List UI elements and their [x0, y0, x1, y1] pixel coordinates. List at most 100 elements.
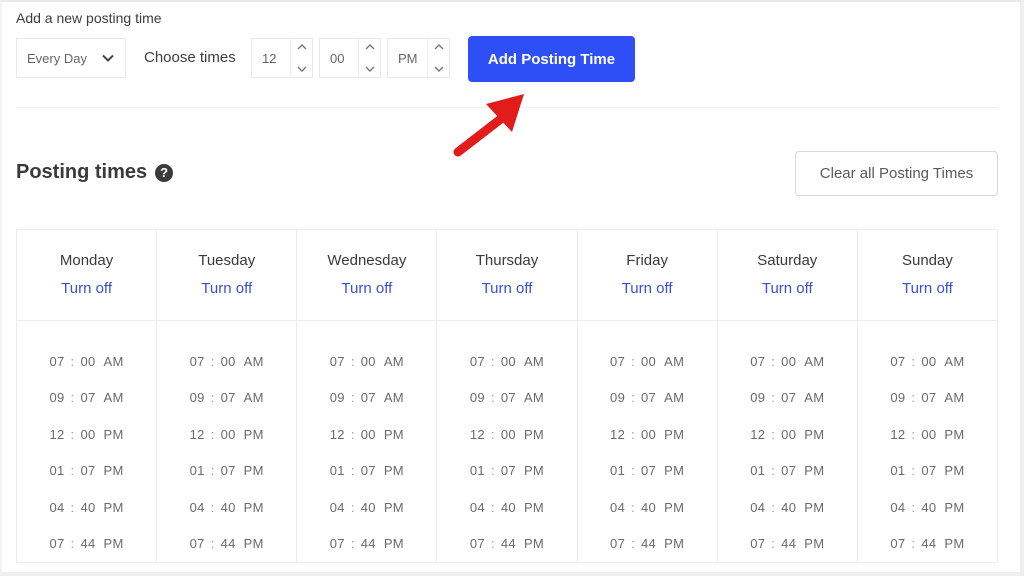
time-slot[interactable]: 07:44 PM [330, 526, 404, 563]
time-slot[interactable]: 01:07 PM [890, 453, 964, 490]
time-slot[interactable]: 07:00 AM [190, 343, 264, 380]
add-posting-time-button[interactable]: Add Posting Time [468, 36, 635, 82]
time-slot[interactable]: 07:00 AM [470, 343, 544, 380]
time-slot[interactable]: 01:07 PM [330, 453, 404, 490]
time-period: PM [243, 426, 264, 442]
time-minute: 07 [220, 463, 236, 479]
turn-off-link[interactable]: Turn off [61, 280, 112, 297]
time-slot[interactable]: 04:40 PM [610, 489, 684, 526]
time-slot[interactable]: 04:40 PM [190, 489, 264, 526]
time-minute: 07 [220, 390, 236, 406]
time-separator: : [631, 390, 636, 406]
time-slot[interactable]: 07:44 PM [890, 526, 964, 563]
time-period: PM [523, 536, 545, 552]
time-slot[interactable]: 12:00 PM [49, 416, 123, 453]
time-slot[interactable]: 07:44 PM [470, 526, 544, 563]
time-separator: : [210, 390, 215, 406]
day-column-thursday: Thursday Turn off 07:00 AM 09:07 AM 12:00 PM 01:… [437, 230, 578, 563]
time-minute: 00 [781, 426, 797, 442]
time-slot[interactable]: 12:00 PM [610, 416, 684, 453]
time-slot[interactable]: 07:00 AM [49, 343, 123, 380]
time-minute: 44 [641, 536, 657, 552]
time-hour: 09 [469, 390, 485, 406]
turn-off-link[interactable]: Turn off [902, 280, 953, 297]
time-slot[interactable]: 09:07 AM [470, 380, 544, 417]
time-slot[interactable]: 09:07 AM [330, 380, 404, 417]
time-slot[interactable]: 04:40 PM [470, 489, 544, 526]
time-slot[interactable]: 12:00 PM [470, 416, 544, 453]
time-hour: 01 [329, 463, 345, 479]
time-slot[interactable]: 01:07 PM [610, 453, 684, 490]
time-slot[interactable]: 12:00 PM [890, 416, 964, 453]
time-minute: 40 [220, 499, 236, 515]
time-minute: 07 [921, 390, 937, 406]
period-decrement-icon[interactable] [433, 63, 445, 75]
time-slot[interactable]: 07:00 AM [890, 343, 964, 380]
time-minute: 00 [220, 353, 236, 369]
turn-off-link[interactable]: Turn off [622, 280, 673, 297]
time-slot[interactable]: 07:44 PM [190, 526, 264, 563]
turn-off-link[interactable]: Turn off [762, 280, 813, 297]
hour-decrement-icon[interactable] [296, 63, 308, 75]
time-minute: 44 [781, 536, 797, 552]
time-slot[interactable]: 01:07 PM [190, 453, 264, 490]
time-minute: 40 [641, 499, 657, 515]
period-increment-icon[interactable] [433, 41, 445, 53]
time-separator: : [911, 499, 916, 515]
time-separator: : [911, 390, 916, 406]
time-slot[interactable]: 09:07 AM [890, 380, 964, 417]
red-arrow-pointer-icon [453, 94, 524, 157]
time-period: AM [383, 390, 404, 406]
time-slot[interactable]: 12:00 PM [190, 416, 264, 453]
help-icon[interactable]: ? [155, 163, 174, 182]
time-period: AM [664, 390, 685, 406]
time-slot[interactable]: 07:44 PM [49, 526, 123, 563]
time-hour: 01 [189, 463, 205, 479]
minute-stepper[interactable]: 00 [319, 38, 381, 78]
clear-all-posting-times-button[interactable]: Clear all Posting Times [795, 151, 998, 196]
frequency-select[interactable]: Every Day [16, 38, 126, 78]
time-separator: : [210, 426, 215, 442]
time-slot[interactable]: 01:07 PM [470, 453, 544, 490]
time-slot[interactable]: 12:00 PM [330, 416, 404, 453]
time-slot[interactable]: 04:40 PM [330, 489, 404, 526]
time-period: AM [383, 353, 404, 369]
time-slot[interactable]: 07:00 AM [610, 343, 684, 380]
time-slot[interactable]: 01:07 PM [49, 453, 123, 490]
time-slot[interactable]: 09:07 AM [610, 380, 684, 417]
time-hour: 07 [610, 353, 626, 369]
turn-off-link[interactable]: Turn off [341, 280, 392, 297]
day-name: Thursday [475, 252, 539, 269]
time-hour: 07 [49, 536, 65, 552]
period-stepper[interactable]: PM [387, 38, 450, 78]
time-slot[interactable]: 04:40 PM [49, 489, 123, 526]
time-slot[interactable]: 07:44 PM [610, 526, 684, 563]
time-period: AM [103, 390, 124, 406]
day-column-friday: Friday Turn off 07:00 AM 09:07 AM 12:00 PM 01:07… [577, 230, 718, 563]
turn-off-link[interactable]: Turn off [201, 280, 252, 297]
time-slot[interactable]: 09:07 AM [190, 380, 264, 417]
time-hour: 07 [890, 536, 906, 552]
time-minute: 00 [360, 426, 376, 442]
minute-increment-icon[interactable] [364, 41, 376, 53]
time-slot[interactable]: 07:00 AM [330, 343, 404, 380]
time-minute: 00 [921, 426, 937, 442]
time-slot[interactable]: 04:40 PM [750, 489, 824, 526]
hour-increment-icon[interactable] [296, 41, 308, 53]
time-period: PM [944, 536, 965, 552]
time-period: AM [804, 390, 825, 406]
time-slot[interactable]: 04:40 PM [890, 489, 964, 526]
time-list: 07:00 AM 09:07 AM 12:00 PM 01:07 PM 04:40 PM 07:44… [858, 321, 997, 562]
time-slot[interactable]: 12:00 PM [750, 416, 824, 453]
hour-stepper[interactable]: 12 [251, 38, 313, 78]
time-slot[interactable]: 09:07 AM [49, 380, 123, 417]
time-period: AM [944, 390, 965, 406]
turn-off-link[interactable]: Turn off [482, 280, 533, 297]
time-slot[interactable]: 09:07 AM [750, 380, 824, 417]
time-hour: 12 [189, 426, 205, 442]
time-slot[interactable]: 01:07 PM [750, 453, 824, 490]
time-period: AM [944, 353, 965, 369]
minute-decrement-icon[interactable] [364, 63, 376, 75]
time-slot[interactable]: 07:00 AM [750, 343, 824, 380]
time-slot[interactable]: 07:44 PM [750, 526, 824, 563]
